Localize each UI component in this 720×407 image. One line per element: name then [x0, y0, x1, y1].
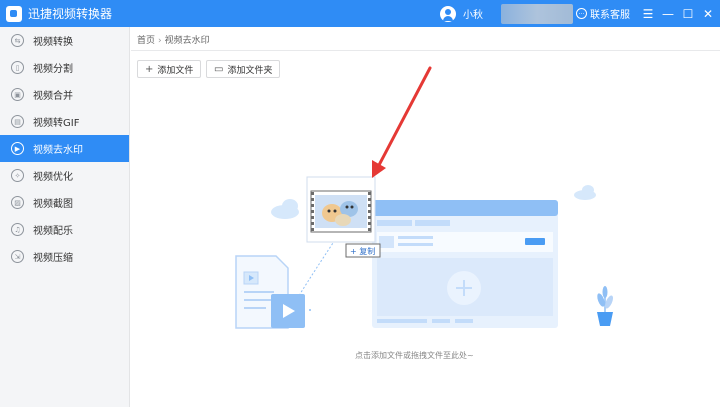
window-illustration: [372, 200, 558, 328]
dropzone-illustration[interactable]: + 复制: [0, 0, 720, 407]
dot: [309, 309, 311, 311]
drag-path: [299, 239, 336, 295]
cloud-icon: [574, 185, 596, 200]
video-document-icon: [235, 255, 305, 329]
cloud-icon: [271, 199, 299, 219]
dropzone-hint: 点击添加文件或拖拽文件至此处~: [355, 351, 474, 360]
plant-icon: [597, 286, 614, 326]
copy-badge: + 复制: [345, 243, 381, 258]
red-arrow-icon: [372, 66, 432, 178]
dragged-video-thumbnail: [306, 176, 376, 243]
copy-badge-label: + 复制: [350, 246, 375, 256]
